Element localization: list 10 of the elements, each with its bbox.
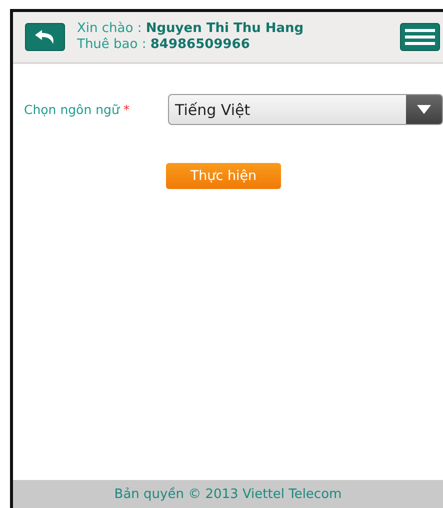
menu-icon — [405, 28, 435, 46]
greeting-text: Xin chào : Nguyen Thi Thu Hang — [77, 21, 305, 37]
subscriber-text: Thuê bao : 84986509966 — [77, 37, 251, 53]
language-select[interactable]: Tiếng Việt — [168, 94, 443, 125]
language-label: Chọn ngôn ngữ * — [24, 102, 131, 117]
copyright-text: Bản quyền © 2013 Viettel Telecom — [114, 486, 342, 502]
back-button[interactable] — [25, 23, 65, 51]
back-arrow-icon — [34, 29, 56, 45]
menu-button[interactable] — [400, 23, 440, 51]
caret-icon — [417, 105, 431, 114]
